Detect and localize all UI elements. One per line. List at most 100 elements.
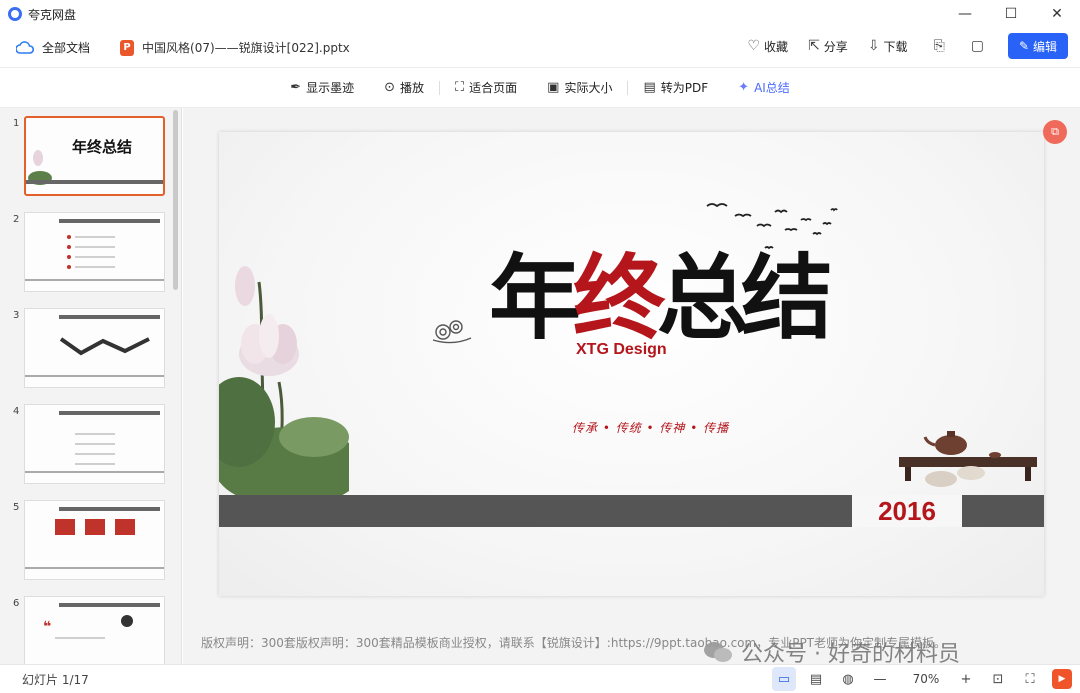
slideshow-button[interactable]: ▶ xyxy=(1052,669,1072,689)
header-actions: ♡ 收藏 ⇱ 分享 ⇩ 下载 ⎘ ▢ ✎ 编辑 xyxy=(727,33,1068,59)
feedback-icon[interactable]: ▢ xyxy=(971,38,984,54)
comment-icon: ⧉ xyxy=(1051,125,1059,138)
text-line xyxy=(75,266,115,268)
slide-thumbnail-4[interactable] xyxy=(24,404,165,484)
thumbnail-number: 6 xyxy=(13,598,20,609)
window-controls: — ☐ ✕ xyxy=(942,0,1080,28)
bullet-dot xyxy=(67,255,71,259)
minimize-button[interactable]: — xyxy=(942,0,988,28)
play-button[interactable]: ⊙ 播放 xyxy=(384,79,424,96)
title-bar: 夸克网盘 — ☐ ✕ xyxy=(0,0,1080,28)
fullscreen-button[interactable]: ⛶ xyxy=(1018,667,1042,691)
thumbnail-band xyxy=(25,375,164,377)
toolbar-divider xyxy=(439,80,441,95)
quark-logo-icon xyxy=(8,7,22,21)
cloud-icon[interactable] xyxy=(16,39,34,57)
thumbnail-number: 3 xyxy=(13,310,20,321)
play-icon: ▶ xyxy=(1058,674,1066,684)
zoom-level: 70% xyxy=(912,672,940,686)
red-box xyxy=(85,519,105,535)
slide-thumbnail-2[interactable] xyxy=(24,212,165,292)
show-ink-button[interactable]: ✒ 显示墨迹 xyxy=(290,79,354,96)
thumbnail-band xyxy=(25,567,164,569)
download-icon: ⇩ xyxy=(867,38,880,54)
teaset-illustration xyxy=(899,431,1037,487)
zoom-out-button[interactable]: — xyxy=(868,667,892,691)
thumbnail-number: 4 xyxy=(13,406,20,417)
thumbnail-header-bar xyxy=(59,219,160,223)
fit-page-button[interactable]: ⛶ 适合页面 xyxy=(455,79,517,96)
fit-page-icon: ⛶ xyxy=(455,80,465,95)
title-char: 总 xyxy=(657,245,749,352)
text-line xyxy=(75,463,115,465)
thumbnail-number: 5 xyxy=(13,502,20,513)
view-controls: ▭ ▤ ◍ — 70% + ⊡ ⛶ ▶ xyxy=(764,667,1072,691)
sparkle-icon: ✦ xyxy=(738,80,750,95)
close-button[interactable]: ✕ xyxy=(1034,0,1080,28)
red-box xyxy=(115,519,135,535)
slide-thumbnail-3[interactable] xyxy=(24,308,165,388)
fullscreen-icon: ⛶ xyxy=(1025,671,1035,687)
to-pdf-button[interactable]: ▤ 转为PDF xyxy=(643,79,708,96)
play-circle-icon: ⊙ xyxy=(384,80,396,95)
thumbnail-row[interactable]: 6 ❝ xyxy=(0,588,181,664)
zoom-in-button[interactable]: + xyxy=(954,667,978,691)
title-char: 终 xyxy=(573,245,665,352)
thumbnail-row[interactable]: 4 xyxy=(0,396,181,492)
slide-thumbnail-6[interactable]: ❝ xyxy=(24,596,165,664)
file-name: 中国风格(07)——锐旗设计[022].pptx xyxy=(142,41,350,55)
fit-window-button[interactable]: ⊡ xyxy=(986,667,1010,691)
thumbnail-number: 2 xyxy=(13,214,20,225)
maximize-button[interactable]: ☐ xyxy=(988,0,1034,28)
thumbnail-row[interactable]: 1 年终总结 xyxy=(0,108,181,204)
actual-size-button[interactable]: ▣ 实际大小 xyxy=(547,79,612,96)
thumbnail-band xyxy=(25,279,164,281)
heart-icon: ♡ xyxy=(747,38,761,54)
thumbnail-row[interactable]: 5 xyxy=(0,492,181,588)
text-line xyxy=(75,236,115,238)
slide-subtitle: XTG Design xyxy=(576,341,667,358)
edit-button[interactable]: ✎ 编辑 xyxy=(1008,33,1068,59)
lotus-illustration xyxy=(219,266,349,497)
thumbnail-band xyxy=(25,471,164,473)
pdf-icon: ▤ xyxy=(643,80,656,95)
favorite-button[interactable]: ♡ 收藏 xyxy=(747,38,788,55)
text-line xyxy=(75,443,115,445)
slide-year: 2016 xyxy=(852,495,962,527)
thumbnail-header-bar xyxy=(59,411,160,415)
quote-mark-icon: ❝ xyxy=(43,619,52,635)
ai-summary-button[interactable]: ✦ AI总结 xyxy=(738,79,790,96)
all-docs-link[interactable]: 全部文档 xyxy=(42,39,90,56)
share-button[interactable]: ⇱ 分享 xyxy=(808,38,848,55)
slide-thumbnail-5[interactable] xyxy=(24,500,165,580)
thumbnail-row[interactable]: 3 xyxy=(0,300,181,396)
thumbnail-title: 年终总结 xyxy=(72,138,133,156)
feather-icon: ✒ xyxy=(290,80,302,95)
notes-view-button[interactable]: ▤ xyxy=(804,667,828,691)
download-button[interactable]: ⇩ 下载 xyxy=(868,38,908,55)
normal-view-button[interactable]: ▭ xyxy=(772,667,796,691)
comment-float-button[interactable]: ⧉ xyxy=(1043,120,1067,144)
slide-view-icon: ▭ xyxy=(777,671,791,687)
pencil-icon: ✎ xyxy=(1018,39,1030,53)
app-title: 夸克网盘 xyxy=(28,7,77,22)
pptx-file-icon: P xyxy=(120,39,135,56)
web-view-button[interactable]: ◍ xyxy=(836,667,860,691)
slide-slogan: 传承 • 传统 • 传神 • 传播 xyxy=(572,421,730,435)
slide-canvas: 年 终 总 结 XTG Design 传承 • 传统 • 传神 • 传播 201… xyxy=(183,108,1080,667)
current-slide: 年 终 总 结 XTG Design 传承 • 传统 • 传神 • 传播 201… xyxy=(219,132,1044,596)
share-icon: ⇱ xyxy=(808,38,820,54)
slide-thumbnail-1[interactable]: 年终总结 xyxy=(24,116,165,196)
thumbnail-header-bar xyxy=(59,507,160,511)
export-icon[interactable]: ⎘ xyxy=(934,38,945,54)
text-line xyxy=(75,453,115,455)
slide-thumbnail-panel[interactable]: 1 年终总结 2 3 4 5 6 ❝ xyxy=(0,108,182,664)
toolbar-divider xyxy=(627,80,629,95)
thumbnail-row[interactable]: 2 xyxy=(0,204,181,300)
auspicious-cloud-icon xyxy=(432,320,472,344)
wechat-icon xyxy=(704,642,732,662)
title-char: 年 xyxy=(489,245,581,352)
document-header: 全部文档 P 中国风格(07)——锐旗设计[022].pptx ♡ 收藏 ⇱ 分享 … xyxy=(0,28,1080,68)
actual-size-icon: ▣ xyxy=(547,80,560,95)
thumbnail-scrollbar[interactable] xyxy=(173,110,178,290)
